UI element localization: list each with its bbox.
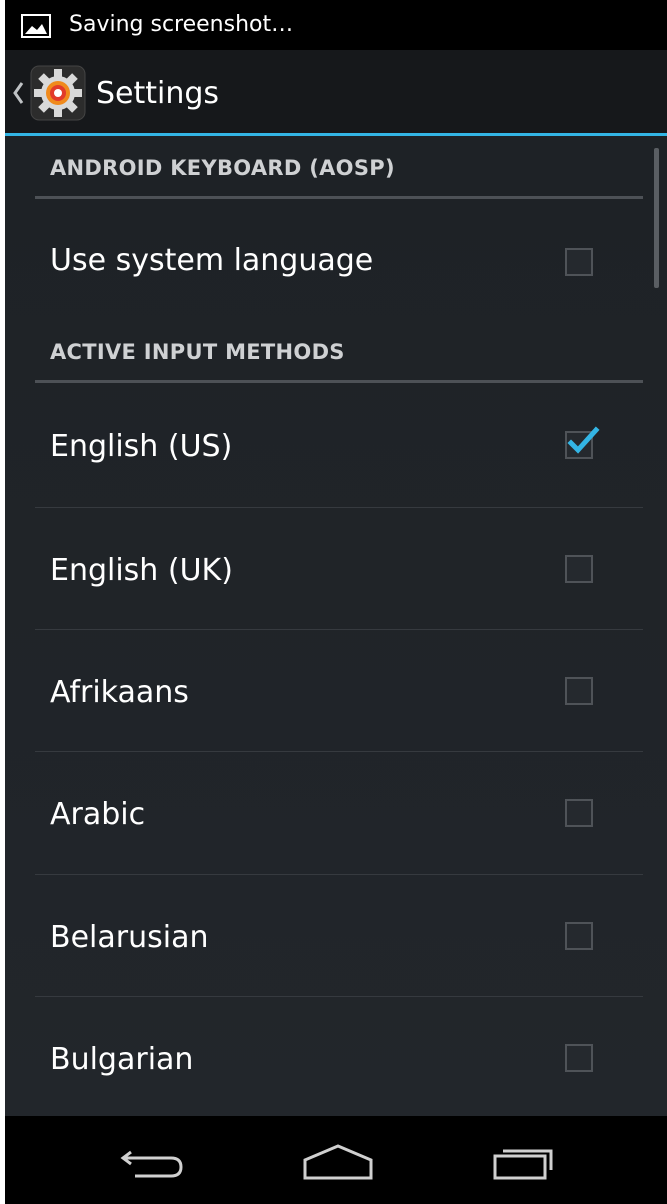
list-item-arabic[interactable]: Arabic xyxy=(35,752,643,875)
settings-gear-icon[interactable] xyxy=(29,64,87,122)
settings-list[interactable]: ANDROID KEYBOARD (AOSP) Use system langu… xyxy=(5,136,667,1116)
scrollbar[interactable] xyxy=(654,148,659,288)
recents-icon[interactable] xyxy=(491,1142,559,1182)
checkbox-bulgarian[interactable] xyxy=(565,1044,593,1072)
list-item-belarusian[interactable]: Belarusian xyxy=(35,875,643,997)
list-item-label: Bulgarian xyxy=(50,1042,194,1077)
checkmark-icon xyxy=(567,426,600,454)
status-bar: Saving screenshot… xyxy=(5,0,667,50)
page-title: Settings xyxy=(96,76,220,111)
back-icon[interactable] xyxy=(117,1146,187,1182)
list-item-label: English (US) xyxy=(50,429,233,464)
checkbox-belarusian[interactable] xyxy=(565,922,593,950)
navigation-bar xyxy=(5,1116,667,1204)
action-bar: Settings xyxy=(5,50,667,136)
list-item-afrikaans[interactable]: Afrikaans xyxy=(35,630,643,752)
checkbox-english-us[interactable] xyxy=(565,426,600,459)
list-item-label: Belarusian xyxy=(50,920,209,955)
screen: Saving screenshot… Settings ANDROID KEYB… xyxy=(5,0,667,1204)
list-item-label: Afrikaans xyxy=(50,675,189,710)
list-item-label: Use system language xyxy=(50,243,374,278)
list-item-label: Arabic xyxy=(50,797,146,832)
checkbox-english-uk[interactable] xyxy=(565,555,593,583)
list-item-english-us[interactable]: English (US) xyxy=(35,383,643,508)
home-icon[interactable] xyxy=(301,1142,375,1182)
status-text: Saving screenshot… xyxy=(69,12,294,37)
checkbox-use-system-language[interactable] xyxy=(565,248,593,276)
section-header-android-keyboard: ANDROID KEYBOARD (AOSP) xyxy=(35,136,643,199)
section-header-active-input-methods: ACTIVE INPUT METHODS xyxy=(35,320,643,383)
checkbox-arabic[interactable] xyxy=(565,799,593,827)
image-icon xyxy=(21,14,51,38)
list-item-english-uk[interactable]: English (UK) xyxy=(35,508,643,630)
chevron-left-icon[interactable] xyxy=(11,80,25,106)
list-item-use-system-language[interactable]: Use system language xyxy=(35,199,643,320)
section-header-label: ANDROID KEYBOARD (AOSP) xyxy=(50,156,395,180)
list-item-label: English (UK) xyxy=(50,553,233,588)
list-item-bulgarian[interactable]: Bulgarian xyxy=(35,997,643,1116)
section-header-label: ACTIVE INPUT METHODS xyxy=(50,340,345,364)
checkbox-afrikaans[interactable] xyxy=(565,677,593,705)
